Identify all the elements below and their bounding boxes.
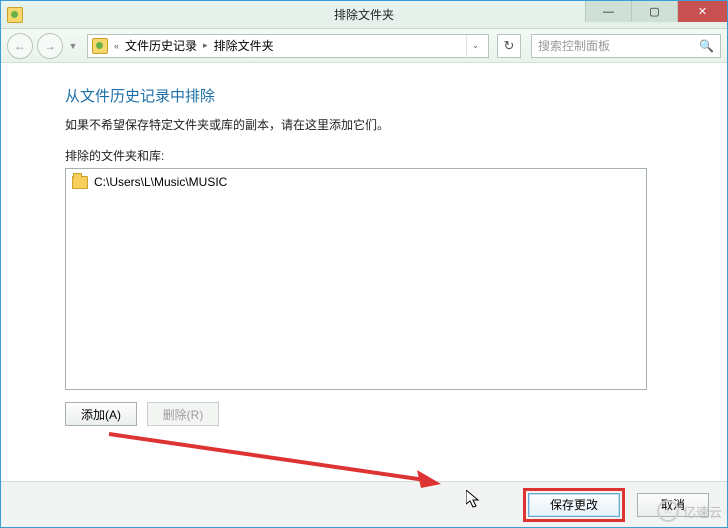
- list-buttons: 添加(A) 删除(R): [65, 402, 683, 426]
- window: 排除文件夹 — ▢ ✕ ← → ▼ « 文件历史记录 ▸ 排除文件夹 ⌄ ↻ 搜…: [0, 0, 728, 528]
- excluded-list[interactable]: C:\Users\L\Music\MUSIC: [65, 168, 647, 390]
- folder-icon: [72, 176, 88, 189]
- forward-button[interactable]: →: [37, 33, 63, 59]
- page-description: 如果不希望保存特定文件夹或库的副本，请在这里添加它们。: [65, 116, 683, 133]
- titlebar: 排除文件夹 — ▢ ✕: [1, 1, 727, 29]
- footer: 保存更改 取消: [1, 481, 727, 527]
- navbar: ← → ▼ « 文件历史记录 ▸ 排除文件夹 ⌄ ↻ 搜索控制面板 🔍: [1, 29, 727, 63]
- breadcrumb-prefix: «: [112, 41, 121, 51]
- location-icon: [92, 38, 108, 54]
- content: 从文件历史记录中排除 如果不希望保存特定文件夹或库的副本，请在这里添加它们。 排…: [1, 63, 727, 481]
- list-item-path: C:\Users\L\Music\MUSIC: [94, 175, 227, 189]
- search-placeholder: 搜索控制面板: [538, 37, 610, 54]
- breadcrumb-seg-2[interactable]: 排除文件夹: [214, 37, 274, 54]
- watermark-icon: ∞: [657, 500, 679, 522]
- breadcrumb-seg-1[interactable]: 文件历史记录: [125, 37, 197, 54]
- remove-button: 删除(R): [147, 402, 219, 426]
- maximize-button[interactable]: ▢: [631, 1, 677, 22]
- add-button[interactable]: 添加(A): [65, 402, 137, 426]
- search-icon: 🔍: [699, 39, 714, 53]
- watermark: ∞ 亿速云: [657, 500, 722, 522]
- minimize-button[interactable]: —: [585, 1, 631, 22]
- breadcrumb-dropdown[interactable]: ⌄: [466, 35, 484, 57]
- history-dropdown[interactable]: ▼: [67, 41, 79, 51]
- save-highlight: 保存更改: [523, 488, 625, 522]
- page-heading: 从文件历史记录中排除: [65, 85, 683, 106]
- list-label: 排除的文件夹和库:: [65, 147, 683, 164]
- close-button[interactable]: ✕: [677, 1, 727, 22]
- search-input[interactable]: 搜索控制面板 🔍: [531, 34, 721, 58]
- save-button[interactable]: 保存更改: [528, 493, 620, 517]
- list-item[interactable]: C:\Users\L\Music\MUSIC: [70, 173, 642, 191]
- breadcrumb[interactable]: « 文件历史记录 ▸ 排除文件夹 ⌄: [87, 34, 489, 58]
- back-button[interactable]: ←: [7, 33, 33, 59]
- chevron-right-icon: ▸: [201, 40, 210, 51]
- watermark-text: 亿速云: [683, 502, 722, 521]
- window-controls: — ▢ ✕: [585, 1, 727, 22]
- refresh-button[interactable]: ↻: [497, 34, 521, 58]
